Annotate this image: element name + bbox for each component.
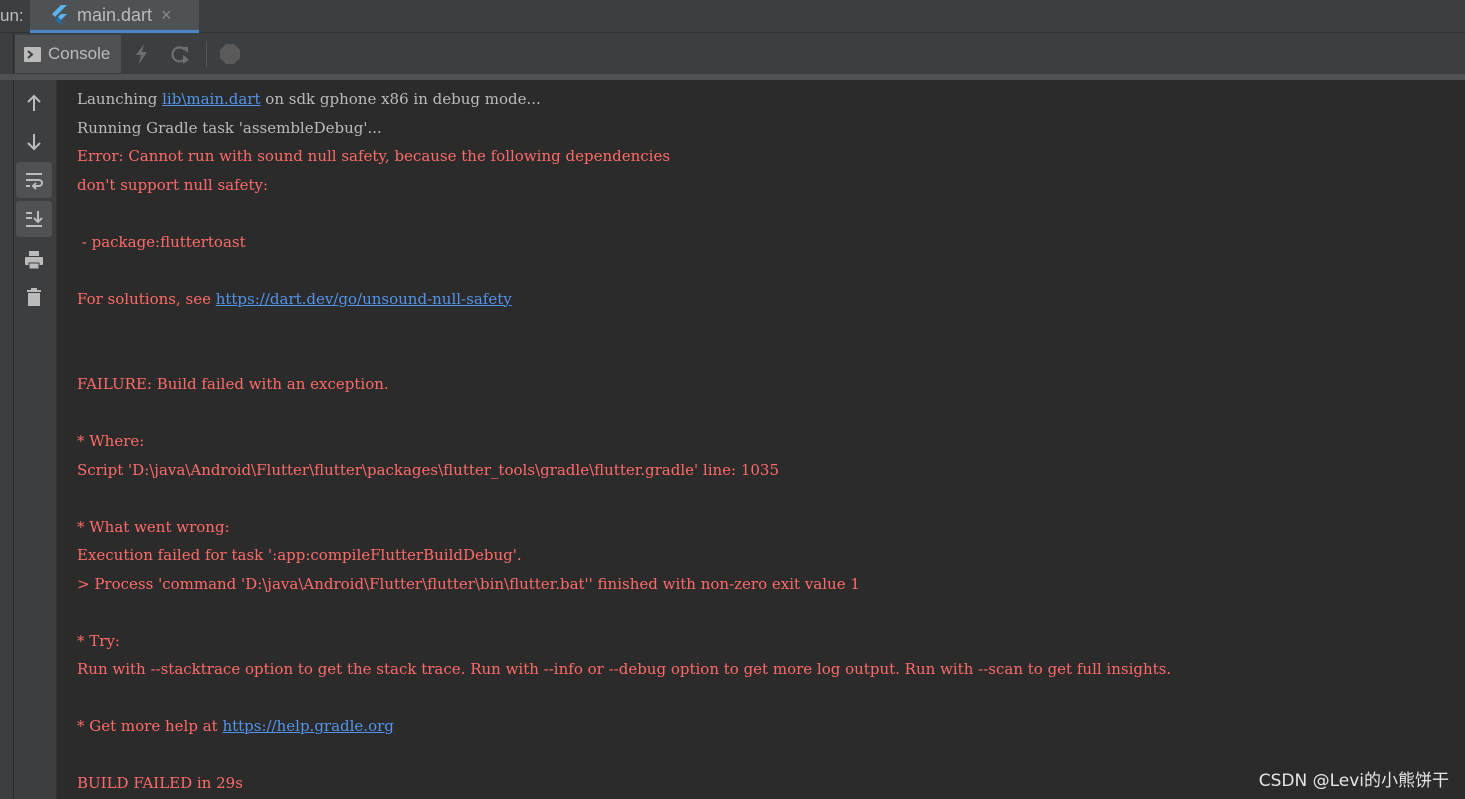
error-line: * What went wrong: (77, 517, 230, 536)
toolbar-strip (0, 74, 1465, 80)
console-tab-button[interactable]: Console (15, 35, 121, 73)
error-line: > Process 'command 'D:\java\Android\Flut… (77, 574, 860, 593)
error-line: Script 'D:\java\Android\Flutter\flutter\… (77, 460, 780, 479)
console-icon (24, 46, 41, 62)
close-icon[interactable]: × (161, 5, 172, 26)
error-line: * Where: (77, 432, 145, 450)
watermark: CSDN @Levi的小熊饼干 (1258, 771, 1449, 791)
tab-label: main.dart (77, 4, 153, 25)
error-line: For solutions, see https://dart.dev/go/u… (77, 285, 1465, 314)
flutter-icon (52, 5, 67, 25)
log-text: For solutions, see (77, 289, 216, 308)
error-line: FAILURE: Build failed with an exception. (77, 375, 389, 393)
error-line: don't support null safety: (77, 175, 269, 194)
down-stack-button[interactable] (16, 124, 52, 160)
soft-wrap-button[interactable] (16, 162, 52, 198)
stop-icon[interactable] (219, 44, 241, 64)
error-line: Error: Cannot run with sound null safety… (77, 147, 671, 165)
error-line: * Try: (77, 631, 120, 650)
error-line: Execution failed for task ':app:compileF… (77, 546, 522, 564)
log-text: on sdk gphone x86 in debug mode... (260, 90, 541, 108)
log-line: Launching lib\main.dart on sdk gphone x8… (77, 85, 1465, 114)
tab-main-dart[interactable]: main.dart × (30, 0, 199, 33)
gradle-help-link[interactable]: https://help.gradle.org (222, 717, 393, 735)
trash-icon (27, 288, 41, 306)
log-text: * Get more help at (77, 717, 223, 735)
run-label: un: (0, 6, 24, 25)
arrow-down-icon (27, 134, 41, 151)
error-line: BUILD FAILED in 29s (77, 774, 243, 792)
hot-restart-icon[interactable] (169, 44, 191, 64)
scroll-to-end-icon (26, 211, 43, 227)
scroll-to-end-button[interactable] (16, 201, 52, 237)
lightning-icon[interactable] (131, 44, 153, 64)
log-text: Launching (77, 90, 163, 108)
up-stack-button[interactable] (16, 85, 52, 121)
gutter-edge (0, 80, 14, 799)
run-tab-bar: un: main.dart × (0, 0, 1465, 33)
toolbar-separator (206, 41, 207, 67)
console-gutter (0, 80, 57, 799)
error-line: - package:fluttertoast (77, 232, 246, 251)
soft-wrap-icon (26, 173, 43, 190)
error-line: Run with --stacktrace option to get the … (77, 660, 1172, 678)
file-link[interactable]: lib\main.dart (162, 90, 260, 108)
console-toolbar: Console (0, 33, 1465, 74)
log-line: Running Gradle task 'assembleDebug'... (77, 118, 382, 137)
null-safety-link[interactable]: https://dart.dev/go/unsound-null-safety (216, 290, 512, 308)
toolbar-edge (0, 33, 14, 74)
clear-all-button[interactable] (16, 279, 52, 315)
console-output: Launching lib\main.dart on sdk gphone x8… (77, 85, 1465, 798)
print-icon (25, 251, 43, 270)
arrow-up-icon (27, 94, 41, 111)
console-label: Console (48, 44, 111, 63)
print-button[interactable] (16, 242, 52, 278)
error-line: * Get more help at https://help.gradle.o… (77, 712, 1465, 741)
